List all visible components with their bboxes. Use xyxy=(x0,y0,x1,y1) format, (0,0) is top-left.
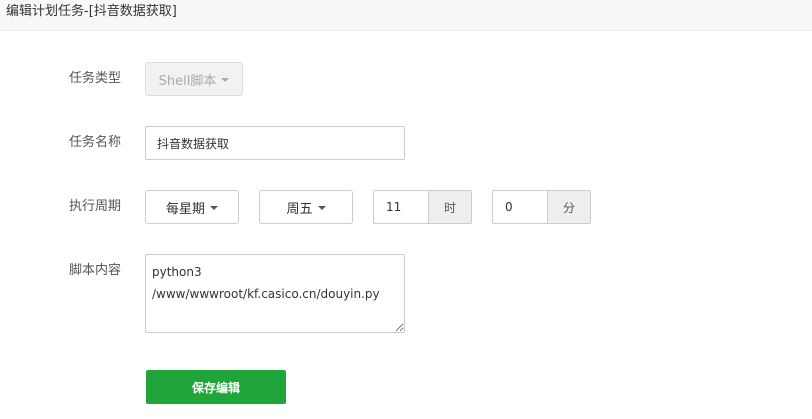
task-name-label: 任务名称 xyxy=(69,135,122,150)
hour-input-group: 时 xyxy=(373,190,472,224)
period-cycle-value: 每星期 xyxy=(165,201,205,217)
script-textarea[interactable]: python3 /www/wwwroot/kf.casico.cn/douyin… xyxy=(145,254,405,333)
chevron-down-icon xyxy=(210,205,218,210)
weekday-dropdown[interactable]: 周五 xyxy=(259,190,353,224)
minute-input-group: 分 xyxy=(492,190,591,224)
chevron-down-icon xyxy=(317,205,326,210)
task-name-input[interactable] xyxy=(145,126,405,160)
minute-input[interactable] xyxy=(492,190,547,224)
task-type-label: 任务类型 xyxy=(69,71,122,86)
period-cycle-dropdown[interactable]: 每星期 xyxy=(145,190,239,224)
edit-task-dialog: 编辑计划任务-[抖音数据获取] 任务类型 Shell脚本 任务名称 执行周期 每… xyxy=(0,0,812,419)
minute-unit: 分 xyxy=(547,190,591,224)
weekday-value: 周五 xyxy=(286,201,313,217)
hour-unit: 时 xyxy=(428,190,472,224)
period-label: 执行周期 xyxy=(69,199,122,214)
save-button[interactable]: 保存编辑 xyxy=(146,370,286,404)
script-label: 脚本内容 xyxy=(69,263,122,278)
dialog-title-bar: 编辑计划任务-[抖音数据获取] xyxy=(0,0,812,31)
task-type-value: Shell脚本 xyxy=(158,73,217,89)
hour-input[interactable] xyxy=(373,190,428,224)
dialog-title: 编辑计划任务-[抖音数据获取] xyxy=(6,4,177,19)
task-type-dropdown[interactable]: Shell脚本 xyxy=(145,62,243,96)
chevron-down-icon xyxy=(221,77,230,82)
